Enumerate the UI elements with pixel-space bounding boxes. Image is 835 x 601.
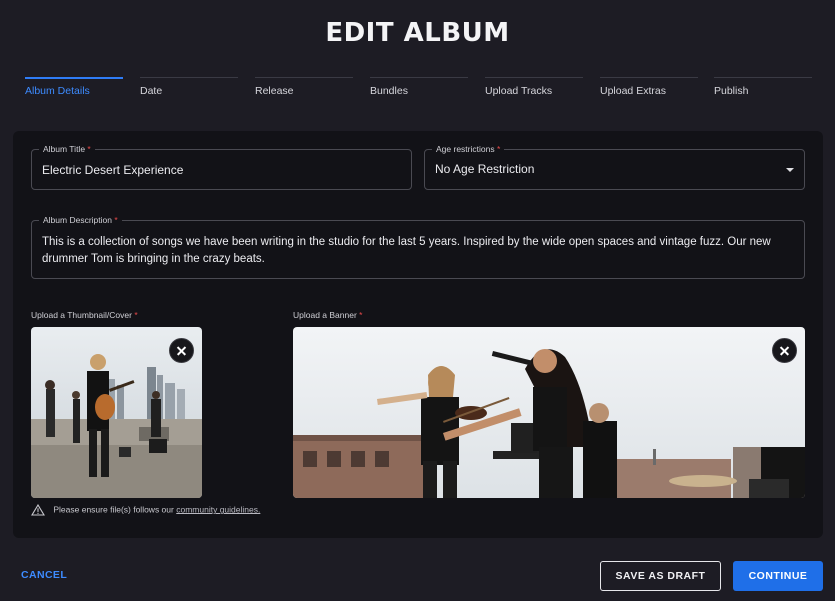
age-restrictions-value: No Age Restriction — [435, 162, 535, 176]
step-album-details[interactable]: Album Details — [25, 77, 123, 101]
remove-thumbnail-button[interactable] — [169, 338, 194, 363]
required-marker: * — [87, 144, 91, 154]
album-title-field[interactable]: Album Title * Electric Desert Experience — [31, 143, 412, 190]
step-upload-tracks[interactable]: Upload Tracks — [485, 77, 583, 101]
save-as-draft-button[interactable]: SAVE AS DRAFT — [600, 561, 721, 591]
guidelines-notice: Please ensure file(s) follows our commun… — [31, 504, 260, 516]
required-marker: * — [496, 144, 501, 154]
album-description-input[interactable]: This is a collection of songs we have be… — [42, 234, 790, 268]
singer-violinist-photo — [293, 327, 805, 498]
album-form-card: Album Title * Electric Desert Experience… — [13, 131, 823, 538]
album-description-field[interactable]: Album Description * This is a collection… — [31, 214, 805, 279]
step-upload-extras[interactable]: Upload Extras — [600, 77, 698, 101]
page-title: EDIT ALBUM — [325, 18, 510, 48]
step-bundles[interactable]: Bundles — [370, 77, 468, 101]
age-restrictions-label: Age restrictions * — [432, 143, 505, 155]
age-restrictions-select[interactable]: Age restrictions * No Age Restriction — [424, 143, 805, 190]
step-date[interactable]: Date — [140, 77, 238, 101]
stepper: Album Details Date Release Bundles Uploa… — [25, 77, 812, 101]
thumbnail-upload-label: Upload a Thumbnail/Cover * — [31, 310, 138, 320]
required-marker: * — [114, 215, 118, 225]
album-description-label: Album Description * — [39, 214, 122, 226]
thumbnail-cover-image[interactable] — [31, 327, 202, 498]
step-publish[interactable]: Publish — [714, 77, 812, 101]
notice-text: Please ensure file(s) follows our — [53, 504, 174, 515]
cancel-button[interactable]: CANCEL — [21, 569, 67, 581]
continue-button[interactable]: CONTINUE — [733, 561, 823, 591]
required-marker: * — [359, 310, 363, 320]
remove-banner-button[interactable] — [772, 338, 797, 363]
chevron-down-icon[interactable] — [786, 168, 794, 172]
album-title-input[interactable]: Electric Desert Experience — [42, 163, 183, 177]
community-guidelines-link[interactable]: community guidelines. — [176, 504, 260, 514]
required-marker: * — [134, 310, 138, 320]
album-title-label: Album Title * — [39, 143, 95, 155]
step-release[interactable]: Release — [255, 77, 353, 101]
warning-icon — [31, 504, 45, 516]
banner-image[interactable] — [293, 327, 805, 498]
banner-upload-label: Upload a Banner * — [293, 310, 363, 320]
